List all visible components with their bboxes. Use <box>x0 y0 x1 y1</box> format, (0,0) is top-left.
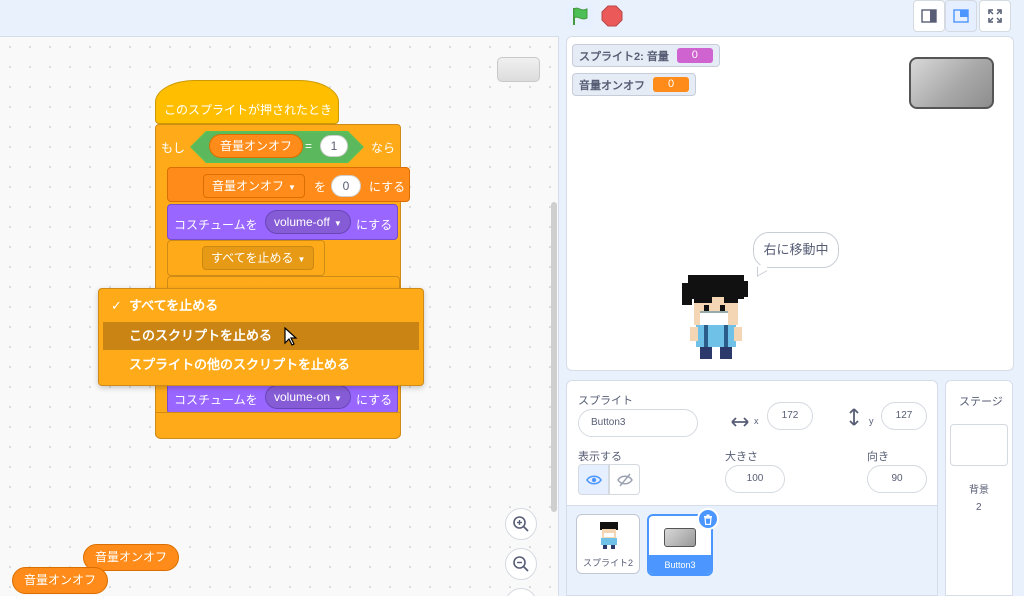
costume-suffix-label: にする <box>356 218 393 232</box>
y-position-input[interactable]: 127 <box>881 402 927 430</box>
zoom-in-button[interactable] <box>505 508 537 540</box>
zoom-in-icon <box>513 516 529 532</box>
monitor-value: 0 <box>653 77 689 92</box>
vertical-arrows-icon <box>849 408 859 426</box>
sprite-tile[interactable]: スプライト2 <box>576 514 640 574</box>
backdrop-count: 2 <box>976 502 982 513</box>
costume-dropdown-2[interactable]: volume-on ▼ <box>265 385 351 409</box>
monitor-label: スプライト2: 音量 <box>579 50 669 63</box>
backdrop-label: 背景 <box>969 485 989 496</box>
green-flag-icon <box>567 3 593 29</box>
sprite-list-panel: スプライト2 Button3 <box>566 506 938 596</box>
button-thumbnail-icon <box>664 528 696 547</box>
chevron-down-icon: ▼ <box>288 183 296 192</box>
sprite-name-input[interactable]: Button3 <box>578 409 698 437</box>
normal-stage-button[interactable] <box>945 0 977 32</box>
costume-dropdown[interactable]: volume-off ▼ <box>265 210 351 234</box>
variable-monitor[interactable]: スプライト2: 音量 0 <box>572 44 720 67</box>
stop-option-dropdown[interactable]: すべてを止める ▼ <box>202 246 315 270</box>
set-suffix-label: にする <box>369 180 406 194</box>
stage-canvas[interactable]: スプライト2: 音量 0 音量オンオフ 0 右に移動中 <box>566 36 1014 371</box>
variable-monitor[interactable]: 音量オンオフ 0 <box>572 73 696 96</box>
y-label: y <box>869 416 874 426</box>
costume-dropdown-label: volume-off <box>274 215 330 229</box>
eye-icon <box>585 474 602 485</box>
variable-dropdown[interactable]: 音量オンオフ ▼ <box>203 174 305 198</box>
chevron-down-icon: ▼ <box>334 394 342 403</box>
small-stage-icon <box>921 9 937 23</box>
size-input[interactable]: 100 <box>725 465 785 493</box>
chevron-down-icon: ▼ <box>297 255 306 264</box>
sprite-tile-selected[interactable]: Button3 <box>647 508 719 576</box>
x-label: x <box>754 416 759 426</box>
stop-options-menu[interactable]: ✓ すべてを止める このスクリプトを止める スプライトの他のスクリプトを止める <box>98 288 424 386</box>
stop-dropdown-label: すべてを止める <box>211 251 294 265</box>
menu-item-label: このスクリプトを止める <box>129 328 273 343</box>
character-thumbnail-icon <box>600 522 618 549</box>
variable-dropdown-label: 音量オンオフ <box>212 179 285 193</box>
if-block-footer <box>155 412 401 439</box>
backdrop-thumbnail[interactable] <box>950 424 1008 466</box>
show-label: 表示する <box>578 451 622 463</box>
condition-value-input[interactable]: 1 <box>320 135 348 157</box>
sprite-tile-name: スプライト2 <box>582 558 633 568</box>
monitor-value: 0 <box>676 48 713 63</box>
pixel-character-sprite[interactable] <box>680 273 754 363</box>
stop-button[interactable] <box>598 2 626 30</box>
button3-sprite-on-stage[interactable] <box>909 57 994 109</box>
direction-label: 向き <box>867 451 889 463</box>
size-label: 大きさ <box>725 451 758 463</box>
mouse-cursor-icon <box>284 327 298 346</box>
menu-item-stop-this-script[interactable]: このスクリプトを止める <box>103 322 419 350</box>
hide-sprite-button[interactable] <box>609 464 640 495</box>
hat-block-label: このスプライトが押されたとき <box>164 103 333 117</box>
small-stage-button[interactable] <box>913 0 945 32</box>
set-value-input[interactable]: 0 <box>331 175 361 197</box>
eye-off-icon <box>616 473 633 486</box>
if-label: もし <box>161 141 186 155</box>
equals-sign: = <box>305 139 313 153</box>
monitor-label: 音量オンオフ <box>579 79 645 92</box>
stage-selector-panel[interactable]: ステージ 背景 2 <box>945 380 1013 596</box>
workspace-scrollbar[interactable] <box>551 202 557 512</box>
costume-label: コスチュームを <box>174 218 258 232</box>
check-icon: ✓ <box>111 298 122 313</box>
costume-label-2: コスチュームを <box>174 393 258 407</box>
direction-input[interactable]: 90 <box>867 465 927 493</box>
menu-item-stop-other-scripts[interactable]: スプライトの他のスクリプトを止める <box>103 351 419 379</box>
set-to-label: を <box>314 180 327 194</box>
fullscreen-icon <box>988 9 1002 23</box>
menu-item-stop-all[interactable]: ✓ すべてを止める <box>103 292 419 320</box>
zoom-out-button[interactable] <box>505 548 537 580</box>
floating-variable-reporter[interactable]: 音量オンオフ <box>12 567 109 594</box>
costume-dropdown-label-2: volume-on <box>274 390 331 404</box>
sprite-tile-name: Button3 <box>664 560 696 570</box>
sprite-info-panel: スプライト Button3 x 172 y 127 表示する 大きさ 100 向… <box>566 380 938 506</box>
show-sprite-button[interactable] <box>578 464 609 495</box>
menu-item-label: すべてを止める <box>129 298 219 313</box>
stage-title: ステージ <box>959 396 1003 408</box>
sprite-name-label: スプライト <box>578 395 633 407</box>
stop-sign-icon <box>601 5 623 27</box>
delete-sprite-button[interactable] <box>697 508 719 530</box>
chevron-down-icon: ▼ <box>333 219 342 228</box>
green-flag-button[interactable] <box>566 2 594 30</box>
zoom-out-icon <box>513 556 529 572</box>
normal-stage-icon <box>953 9 969 23</box>
trash-icon <box>704 514 712 525</box>
then-label: なら <box>371 141 396 155</box>
menu-item-label: スプライトの他のスクリプトを止める <box>129 357 351 372</box>
x-position-input[interactable]: 172 <box>767 402 813 430</box>
horizontal-arrows-icon <box>731 417 749 427</box>
costume-suffix-label-2: にする <box>356 393 393 407</box>
workspace-mini-button[interactable] <box>497 57 540 82</box>
fullscreen-button[interactable] <box>979 0 1011 32</box>
condition-variable-reporter[interactable]: 音量オンオフ <box>209 134 304 158</box>
when-sprite-clicked-hat-block[interactable]: このスプライトが押されたとき <box>155 80 339 124</box>
